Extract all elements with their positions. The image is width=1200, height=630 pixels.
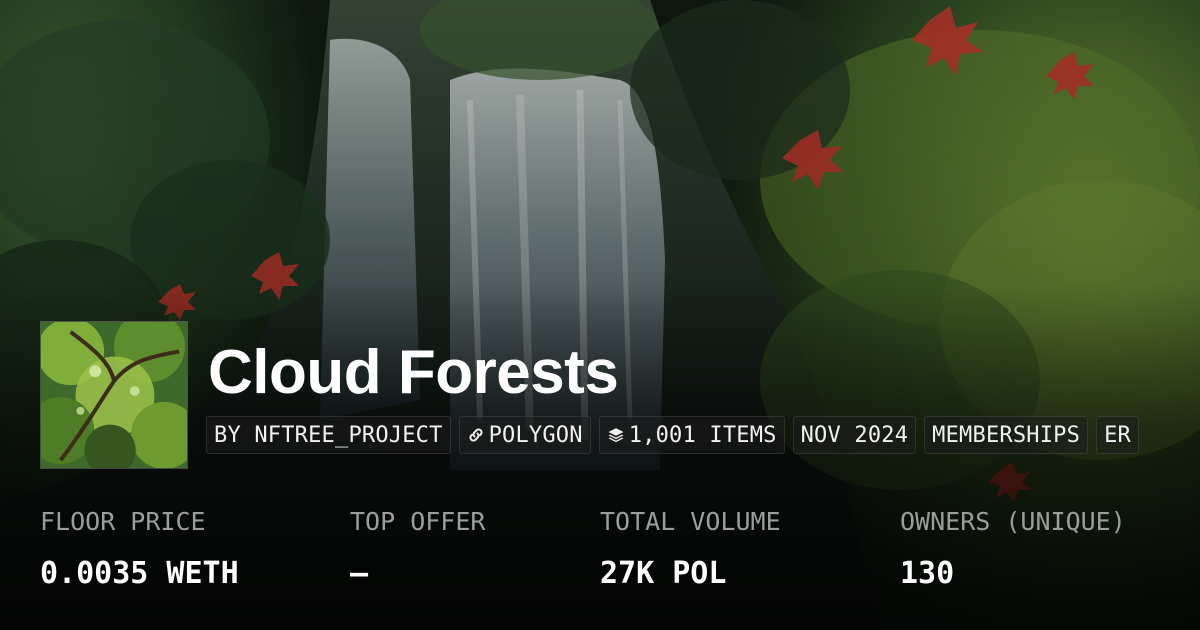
layers-icon [607, 426, 625, 444]
category-tag[interactable]: MEMBERSHIPS [924, 416, 1089, 454]
category-tag-label: MEMBERSHIPS [932, 422, 1081, 448]
creator-tag[interactable]: BY NFTREE_PROJECT [206, 416, 451, 454]
banner-image [0, 0, 1200, 630]
date-tag-label: NOV 2024 [800, 422, 909, 448]
link-icon [467, 426, 485, 444]
collection-tags: BY NFTREE_PROJECT POLYGON 1,001 ITEMS NO… [206, 416, 1200, 454]
extra-tag: ER [1096, 416, 1139, 454]
collection-title: Cloud Forests [208, 338, 619, 407]
chain-tag-label: POLYGON [488, 422, 583, 448]
extra-tag-label: ER [1104, 422, 1131, 448]
date-tag: NOV 2024 [792, 416, 917, 454]
creator-tag-label: BY NFTREE_PROJECT [214, 422, 443, 448]
items-tag: 1,001 ITEMS [598, 416, 785, 454]
items-tag-label: 1,001 ITEMS [628, 422, 777, 448]
collection-avatar [40, 321, 188, 469]
chain-tag[interactable]: POLYGON [458, 416, 591, 454]
